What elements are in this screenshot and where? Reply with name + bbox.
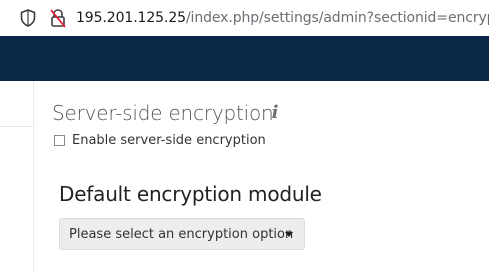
caret-down-icon bbox=[285, 232, 293, 237]
browser-url-bar[interactable]: 195.201.125.25/index.php/settings/admin?… bbox=[0, 0, 489, 36]
page: 195.201.125.25/index.php/settings/admin?… bbox=[0, 0, 489, 272]
sidebar-divider bbox=[0, 126, 33, 127]
enable-encryption-label[interactable]: Enable server-side encryption bbox=[72, 133, 266, 149]
lock-insecure-icon[interactable] bbox=[48, 7, 68, 29]
shield-icon[interactable] bbox=[18, 8, 38, 28]
url-text[interactable]: 195.201.125.25/index.php/settings/admin?… bbox=[76, 9, 489, 27]
url-path: /index.php/settings/admin?sectionid=encr… bbox=[185, 10, 489, 26]
info-icon[interactable]: i bbox=[268, 102, 282, 124]
module-title: Default encryption module bbox=[59, 182, 322, 206]
url-host: 195.201.125.25 bbox=[76, 10, 186, 26]
enable-encryption-checkbox[interactable] bbox=[54, 135, 65, 146]
encryption-module-select[interactable]: Please select an encryption option bbox=[59, 218, 305, 250]
app-header bbox=[0, 36, 489, 81]
settings-sidebar bbox=[0, 81, 34, 272]
section-title: Server-side encryption bbox=[52, 101, 274, 125]
encryption-module-select-label: Please select an encryption option bbox=[69, 227, 294, 242]
